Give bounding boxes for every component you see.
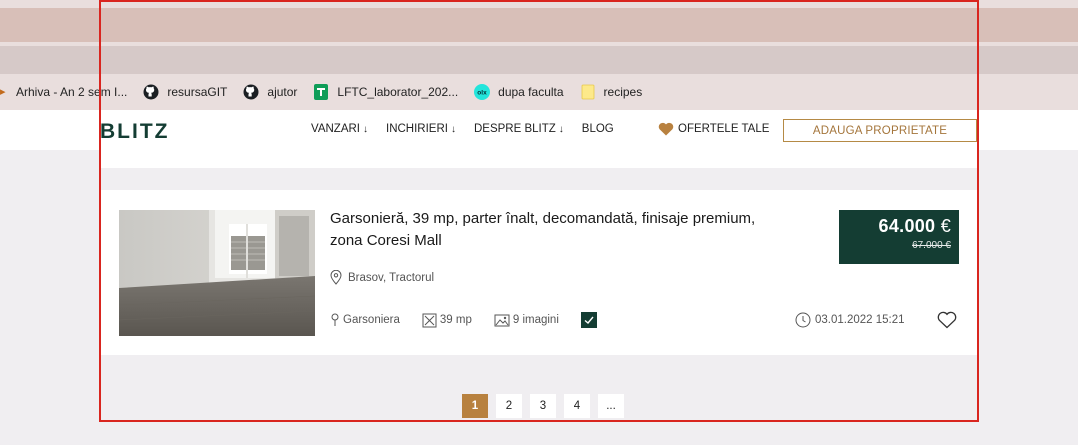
area-label: 39 mp xyxy=(439,314,472,326)
image-icon xyxy=(494,314,510,326)
pagination: 1 2 3 4 ... xyxy=(462,394,624,418)
olx-icon: olx xyxy=(474,84,491,100)
browser-address-bar xyxy=(0,46,1078,74)
page-1[interactable]: 1 xyxy=(462,394,488,418)
sheets-icon xyxy=(314,84,329,100)
meta-area: 39 mp xyxy=(422,313,472,328)
listing-title[interactable]: Garsonieră, 39 mp, parter înalt, decoman… xyxy=(330,208,770,252)
nav-label: DESPRE BLITZ xyxy=(473,123,556,135)
heart-icon xyxy=(658,122,674,136)
bookmark-label: Arhiva - An 2 sem I... xyxy=(16,85,128,99)
site-header: BLITZ VANZARI ↓ INCHIRIERI ↓ DESPRE BLIT… xyxy=(0,110,1078,150)
page-ellipsis[interactable]: ... xyxy=(598,394,624,418)
bookmark-label: dupa faculta xyxy=(498,85,564,99)
github-icon xyxy=(243,84,259,100)
verified-badge-icon xyxy=(580,312,597,328)
price-badge: 64.000 € 67.000 € xyxy=(839,210,959,264)
location-label: Brasov, Tractorul xyxy=(348,271,435,284)
nav-item-despre-blitz[interactable]: DESPRE BLITZ ↓ xyxy=(474,123,564,135)
old-price: 67.000 € xyxy=(912,240,951,251)
svg-text:olx: olx xyxy=(477,90,487,97)
price-currency: € xyxy=(940,216,951,236)
page-3[interactable]: 3 xyxy=(530,394,556,418)
listing-meta: Garsoniera 39 mp 9 imagini xyxy=(330,312,597,328)
page-2[interactable]: 2 xyxy=(496,394,522,418)
folder-icon xyxy=(581,84,594,100)
listing-price: 64.000 € xyxy=(839,216,951,237)
arrow-down-icon: ↓ xyxy=(558,123,564,135)
nav-item-blog[interactable]: BLOG xyxy=(582,123,614,135)
page-4[interactable]: 4 xyxy=(564,394,590,418)
area-icon xyxy=(422,313,437,327)
bookmarks-bar: ▸ Arhiva - An 2 sem I... resursaGIT ajut… xyxy=(0,74,1078,110)
content-strip xyxy=(100,150,977,168)
map-pin-icon xyxy=(330,270,342,285)
bookmark-arhiva[interactable]: ▸ Arhiva - An 2 sem I... xyxy=(0,84,127,100)
listing-location: Brasov, Tractorul xyxy=(330,270,434,285)
bookmark-label: recipes xyxy=(603,85,643,99)
meta-type: Garsoniera xyxy=(330,313,400,327)
github-icon xyxy=(143,84,159,100)
nav-item-vanzari[interactable]: VANZARI ↓ xyxy=(311,123,368,135)
arrow-down-icon: ↓ xyxy=(450,123,456,135)
bookmark-lftc[interactable]: LFTC_laborator_202... xyxy=(313,84,458,100)
bookmark-label: ajutor xyxy=(267,85,298,99)
bookmark-ajutor[interactable]: ajutor xyxy=(243,84,297,100)
listing-card[interactable]: Garsonieră, 39 mp, parter înalt, decoman… xyxy=(100,190,977,355)
date-label: 03.01.2022 15:21 xyxy=(815,314,905,326)
key-icon xyxy=(331,313,339,326)
favorite-heart-icon[interactable] xyxy=(937,311,957,329)
bookmark-label: LFTC_laborator_202... xyxy=(337,85,459,99)
images-label: 9 imagini xyxy=(512,314,559,326)
listing-photo[interactable] xyxy=(119,210,315,336)
bookmark-recipes[interactable]: recipes xyxy=(580,84,643,100)
bookmark-resursagit[interactable]: resursaGIT xyxy=(143,84,227,100)
arrow-down-icon: ↓ xyxy=(363,123,368,135)
browser-tab-bar xyxy=(0,8,1078,42)
nav-label: INCHIRIERI xyxy=(386,123,448,135)
offers-link[interactable]: OFERTELE TALE xyxy=(658,122,769,136)
nav-item-inchirieri[interactable]: INCHIRIERI ↓ xyxy=(386,123,456,135)
nav-label: BLOG xyxy=(581,123,614,135)
arrow-icon: ▸ xyxy=(0,86,6,98)
add-property-button[interactable]: ADAUGA PROPRIETATE xyxy=(783,119,977,142)
offers-label: OFERTELE TALE xyxy=(678,123,770,135)
bookmark-label: resursaGIT xyxy=(167,85,228,99)
meta-images[interactable]: 9 imagini xyxy=(494,314,559,327)
listing-date: 03.01.2022 15:21 xyxy=(795,312,905,328)
browser-tabstrip-top xyxy=(0,0,1078,8)
nav-label: VANZARI xyxy=(311,123,360,135)
main-nav: VANZARI ↓ INCHIRIERI ↓ DESPRE BLITZ ↓ BL… xyxy=(311,123,614,135)
site-logo[interactable]: BLITZ xyxy=(100,120,169,144)
bookmark-dupa-faculta[interactable]: olx dupa faculta xyxy=(474,84,564,100)
price-value: 64.000 xyxy=(878,216,936,236)
type-label: Garsoniera xyxy=(343,314,400,326)
clock-icon xyxy=(795,312,811,328)
